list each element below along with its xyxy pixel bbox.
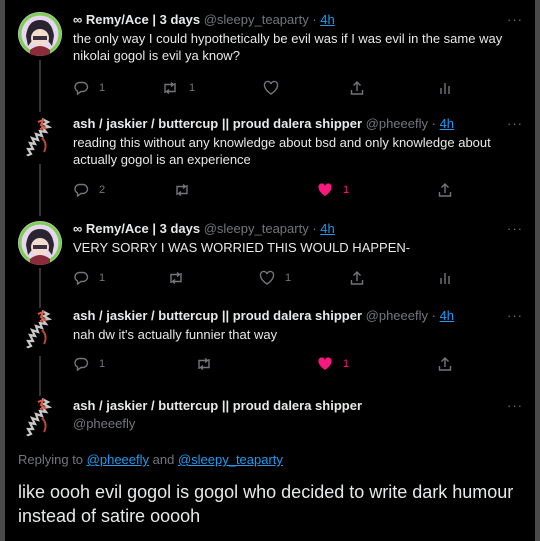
avatar-ash[interactable] [18,396,62,440]
tweet-actions: 1 1 [73,80,503,98]
tweet-text: nah dw it's actually funnier that way [73,327,278,342]
retweet-button[interactable]: 1 [161,80,195,96]
share-icon [437,182,453,198]
compose-text-input[interactable]: like oooh evil gogol is gogol who decide… [18,480,528,528]
tweet-actions: 2 1 [73,182,503,200]
separator: · [428,116,440,131]
avatar-remy[interactable] [18,221,62,265]
author-name[interactable]: ash / jaskier / buttercup || proud daler… [73,308,362,323]
analytics-icon [437,80,453,96]
like-button[interactable]: 1 [317,356,349,372]
author-name[interactable]: ash / jaskier / buttercup || proud daler… [73,116,362,131]
tweet[interactable]: ∞ Remy/Ace | 3 days @sleepy_teaparty · 4… [5,209,535,299]
retweet-count: 1 [189,82,196,94]
tweet-header: ash / jaskier / buttercup || proud daler… [73,308,525,324]
heart-filled-icon [317,182,333,198]
author-handle[interactable]: @pheeefly [73,416,135,431]
like-count: 1 [343,358,350,370]
composer-handle-row: @pheeefly [73,416,525,432]
reply-button[interactable]: 1 [73,356,105,372]
heart-icon [259,270,275,286]
more-options-button[interactable]: ··· [507,398,523,413]
author-handle[interactable]: @pheeefly [366,116,428,131]
replying-handle-link[interactable]: @pheeefly [87,452,149,467]
reply-icon [73,182,89,198]
heart-filled-icon [317,356,333,372]
reply-icon [73,356,89,372]
reply-icon [73,270,89,286]
analytics-button[interactable] [437,80,453,96]
tweet[interactable]: ash / jaskier / buttercup || proud daler… [5,299,535,387]
like-count: 1 [285,272,292,284]
like-button[interactable] [263,80,289,96]
like-count: 1 [343,184,350,196]
replying-and: and [149,452,178,467]
retweet-button[interactable] [195,356,213,372]
tweet[interactable]: ash / jaskier / buttercup || proud daler… [5,105,535,209]
tweet-header: ash / jaskier / buttercup || proud daler… [73,116,525,132]
avatar-remy[interactable] [18,12,62,56]
composer-author: ash / jaskier / buttercup || proud daler… [73,398,525,414]
reply-count: 1 [99,358,106,370]
author-name[interactable]: ∞ Remy/Ace | 3 days [73,12,200,27]
share-button[interactable] [349,270,365,286]
like-button[interactable]: 1 [317,182,349,198]
reply-composer[interactable]: ash / jaskier / buttercup || proud daler… [5,387,535,447]
share-icon [437,356,453,372]
retweet-icon [161,80,179,96]
tweet-header: ∞ Remy/Ace | 3 days @sleepy_teaparty · 4… [73,221,525,237]
tweet-text: reading this without any knowledge about… [73,135,491,167]
reply-button[interactable]: 2 [73,182,105,198]
author-handle[interactable]: @pheeefly [366,308,428,323]
like-button[interactable]: 1 [259,270,291,286]
tweet-actions: 1 1 [73,356,503,374]
thread-panel: ∞ Remy/Ace | 3 days @sleepy_teaparty · 4… [5,0,535,541]
avatar-ash[interactable] [18,116,62,160]
author-name[interactable]: ∞ Remy/Ace | 3 days [73,221,200,236]
more-options-button[interactable]: ··· [507,308,523,323]
share-button[interactable] [437,182,453,198]
retweet-button[interactable] [167,270,185,286]
reply-icon [73,80,89,96]
analytics-button[interactable] [437,270,453,286]
reply-count: 2 [99,184,106,196]
timestamp-link[interactable]: 4h [320,221,334,236]
more-options-button[interactable]: ··· [507,116,523,131]
separator: · [428,308,440,323]
share-icon [349,270,365,286]
avatar-ash[interactable] [18,308,62,352]
replying-prefix: Replying to [18,452,87,467]
retweet-button[interactable] [173,182,191,198]
timestamp-link[interactable]: 4h [320,12,334,27]
retweet-icon [167,270,185,286]
tweet[interactable]: ∞ Remy/Ace | 3 days @sleepy_teaparty · 4… [5,0,535,105]
tweet-actions: 1 1 [73,270,503,288]
more-options-button[interactable]: ··· [507,12,523,27]
reply-count: 1 [99,272,106,284]
reply-count: 1 [99,82,106,94]
share-icon [349,80,365,96]
reply-button[interactable]: 1 [73,270,105,286]
author-handle[interactable]: @sleepy_teaparty [204,221,309,236]
timestamp-link[interactable]: 4h [440,116,454,131]
author-handle[interactable]: @sleepy_teaparty [204,12,309,27]
separator: · [308,221,321,236]
share-button[interactable] [437,356,453,372]
share-button[interactable] [349,80,365,96]
replying-to: Replying to @pheeefly and @sleepy_teapar… [18,452,283,467]
author-name[interactable]: ash / jaskier / buttercup || proud daler… [73,398,362,413]
replying-handle-link[interactable]: @sleepy_teaparty [178,452,283,467]
timestamp-link[interactable]: 4h [440,308,454,323]
analytics-icon [437,270,453,286]
more-options-button[interactable]: ··· [507,221,523,236]
tweet-text: VERY SORRY I WAS WORRIED THIS WOULD HAPP… [73,240,411,255]
tweet-header: ∞ Remy/Ace | 3 days @sleepy_teaparty · 4… [73,12,525,28]
tweet-text: the only way I could hypothetically be e… [73,31,503,63]
heart-icon [263,80,279,96]
separator: · [308,12,321,27]
reply-button[interactable]: 1 [73,80,105,96]
retweet-icon [195,356,213,372]
retweet-icon [173,182,191,198]
